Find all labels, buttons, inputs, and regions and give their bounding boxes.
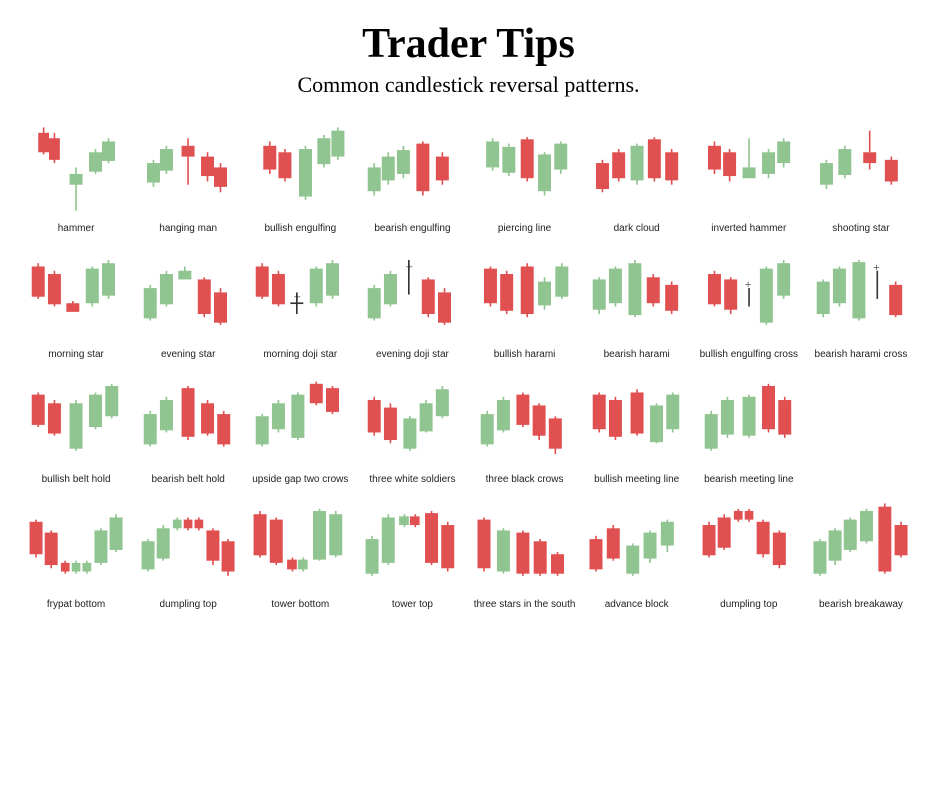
pattern-bullish-engulfing-cross: + bullish engulfing cross xyxy=(693,243,805,364)
label-dumpling-top-1: dumpling top xyxy=(160,599,217,611)
pattern-bearish-harami: bearish harami xyxy=(581,243,693,364)
pattern-dark-cloud: dark cloud xyxy=(581,118,693,239)
pattern-evening-star: evening star xyxy=(132,243,244,364)
label-hanging-man: hanging man xyxy=(159,223,217,235)
pattern-bullish-meeting-line: bullish meeting line xyxy=(581,369,693,490)
pattern-dumpling-top-1: dumpling top xyxy=(132,494,244,615)
label-bullish-engulfing-cross: bullish engulfing cross xyxy=(700,349,798,361)
pattern-shooting-star: shooting star xyxy=(805,118,917,239)
pattern-tower-bottom: tower bottom xyxy=(244,494,356,615)
label-bullish-engulfing: bullish engulfing xyxy=(264,223,336,235)
label-three-black-crows: three black crows xyxy=(486,474,564,486)
label-three-stars-south: three stars in the south xyxy=(474,599,576,611)
pattern-bullish-belt-hold: bullish belt hold xyxy=(20,369,132,490)
pattern-bearish-meeting-line: bearish meeting line xyxy=(693,369,805,490)
pattern-three-black-crows: three black crows xyxy=(469,369,581,490)
pattern-advance-block: advance block xyxy=(581,494,693,615)
label-evening-doji-star: evening doji star xyxy=(376,349,449,361)
pattern-frypat-bottom: frypat bottom xyxy=(20,494,132,615)
patterns-grid: hammer hanging man xyxy=(20,118,917,615)
svg-text:+: + xyxy=(744,277,751,291)
label-bullish-belt-hold: bullish belt hold xyxy=(42,474,111,486)
pattern-inverted-hammer: inverted hammer xyxy=(693,118,805,239)
pattern-bearish-harami-cross: + bearish harami cross xyxy=(805,243,917,364)
pattern-bearish-belt-hold: bearish belt hold xyxy=(132,369,244,490)
label-bullish-meeting-line: bullish meeting line xyxy=(594,474,679,486)
pattern-bullish-engulfing: bullish engulfing xyxy=(244,118,356,239)
label-evening-star: evening star xyxy=(161,349,215,361)
label-morning-doji-star: morning doji star xyxy=(263,349,337,361)
pattern-bearish-breakaway: bearish breakaway xyxy=(805,494,917,615)
label-piercing-line: piercing line xyxy=(498,223,551,235)
label-bearish-harami-cross: bearish harami cross xyxy=(815,349,908,361)
label-shooting-star: shooting star xyxy=(832,223,889,235)
pattern-upside-gap-two-crows: upside gap two crows xyxy=(244,369,356,490)
pattern-evening-doji-star: + evening doji star xyxy=(356,243,468,364)
svg-text:+: + xyxy=(873,260,880,274)
pattern-tower-top: tower top xyxy=(356,494,468,615)
label-inverted-hammer: inverted hammer xyxy=(711,223,786,235)
svg-text:+: + xyxy=(406,259,413,274)
label-dumpling-top-2: dumpling top xyxy=(720,599,777,611)
label-morning-star: morning star xyxy=(48,349,104,361)
label-frypat-bottom: frypat bottom xyxy=(47,599,105,611)
label-hammer: hammer xyxy=(58,223,95,235)
pattern-morning-doji-star: + morning doji star xyxy=(244,243,356,364)
label-tower-top: tower top xyxy=(392,599,433,611)
page-subtitle: Common candlestick reversal patterns. xyxy=(20,72,917,98)
label-bearish-belt-hold: bearish belt hold xyxy=(151,474,224,486)
label-bullish-harami: bullish harami xyxy=(494,349,556,361)
pattern-dumpling-top-2: dumpling top xyxy=(693,494,805,615)
pattern-hanging-man: hanging man xyxy=(132,118,244,239)
label-advance-block: advance block xyxy=(605,599,669,611)
pattern-three-stars-south: three stars in the south xyxy=(469,494,581,615)
svg-text:+: + xyxy=(294,289,301,304)
pattern-three-white-soldiers: three white soldiers xyxy=(356,369,468,490)
page-title: Trader Tips xyxy=(20,20,917,68)
label-upside-gap-two-crows: upside gap two crows xyxy=(252,474,348,486)
label-bearish-breakaway: bearish breakaway xyxy=(819,599,903,611)
pattern-piercing-line: piercing line xyxy=(469,118,581,239)
label-bearish-harami: bearish harami xyxy=(604,349,670,361)
pattern-bearish-engulfing: bearish engulfing xyxy=(356,118,468,239)
pattern-empty-r3 xyxy=(805,369,917,490)
pattern-morning-star: morning star xyxy=(20,243,132,364)
pattern-hammer: hammer xyxy=(20,118,132,239)
label-dark-cloud: dark cloud xyxy=(614,223,660,235)
label-tower-bottom: tower bottom xyxy=(271,599,329,611)
label-bearish-meeting-line: bearish meeting line xyxy=(704,474,794,486)
label-three-white-soldiers: three white soldiers xyxy=(369,474,455,486)
pattern-bullish-harami: bullish harami xyxy=(469,243,581,364)
label-bearish-engulfing: bearish engulfing xyxy=(374,223,450,235)
